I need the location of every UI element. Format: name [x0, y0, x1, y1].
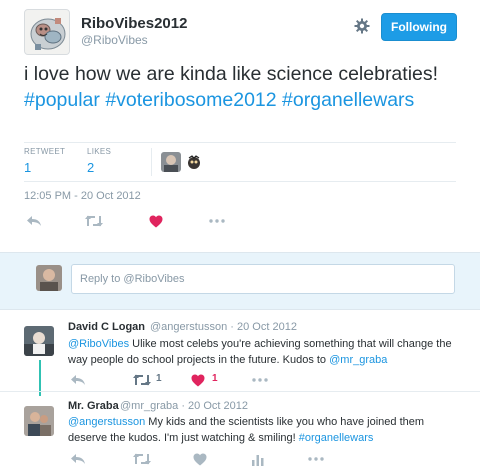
stats-divider-top [24, 142, 456, 143]
retweet-stat[interactable]: RETWEET 1 [24, 147, 65, 175]
reply-avatar[interactable] [24, 326, 54, 356]
reply-meta: @mr_graba · 20 Oct 2012 [120, 400, 248, 412]
hashtag-popular[interactable]: #popular [24, 89, 100, 111]
tweet-timestamp[interactable]: 12:05 PM - 20 Oct 2012 [24, 190, 141, 202]
tweet-text: i love how we are kinda like science cel… [24, 61, 464, 113]
likes-stat-label: LIKES [87, 147, 112, 156]
reply-author-name[interactable]: David C Logan [68, 321, 145, 333]
reply-author-handle[interactable]: @angerstusson [150, 321, 227, 333]
hashtag-organellewars[interactable]: #organellewars [299, 432, 374, 444]
reply-divider [0, 391, 480, 392]
reply-composer: Reply to @RiboVibes [0, 252, 480, 310]
reply-author-handle[interactable]: @mr_graba [120, 400, 178, 412]
following-button[interactable]: Following [381, 13, 457, 41]
reply-icon[interactable] [68, 372, 88, 388]
heart-icon[interactable] [146, 213, 166, 229]
hashtag-voteribosome2012[interactable]: #voteribosome2012 [105, 89, 276, 111]
stats-divider-bottom [24, 181, 456, 182]
like-count[interactable]: 1 [212, 373, 218, 384]
gear-icon[interactable] [353, 17, 371, 35]
tweet-main: RiboVibes2012 @RiboVibes Following i lov… [0, 0, 480, 252]
hashtag-organellewars[interactable]: #organellewars [282, 89, 414, 111]
liker-avatar[interactable] [184, 152, 204, 172]
retweet-count[interactable]: 1 [156, 373, 162, 384]
analytics-icon[interactable] [248, 451, 268, 467]
author-handle[interactable]: @RiboVibes [81, 33, 148, 47]
reply-date[interactable]: 20 Oct 2012 [237, 321, 297, 333]
mention-link[interactable]: @mr_graba [329, 354, 387, 366]
reply-meta: @angerstusson · 20 Oct 2012 [150, 321, 297, 333]
mention-link[interactable]: @RiboVibes [68, 338, 129, 350]
reply-input[interactable]: Reply to @RiboVibes [71, 264, 455, 294]
heart-icon[interactable] [190, 451, 210, 467]
author-name[interactable]: RiboVibes2012 [81, 15, 187, 32]
likes-stat[interactable]: LIKES 2 [87, 147, 111, 175]
reply-icon[interactable] [68, 451, 88, 467]
retweet-stat-label: RETWEET [24, 147, 66, 156]
current-user-avatar [36, 265, 62, 291]
retweet-icon[interactable] [132, 372, 152, 388]
retweet-stat-count[interactable]: 1 [24, 160, 65, 175]
reply-text: @angerstusson My kids and the scientists… [68, 414, 463, 446]
retweet-icon[interactable] [132, 451, 152, 467]
more-icon[interactable] [306, 451, 326, 467]
tweet-body: i love how we are kinda like science cel… [24, 63, 439, 85]
meta-separator: · [230, 321, 234, 333]
likes-stat-count[interactable]: 2 [87, 160, 111, 175]
reply-text: @RiboVibes Ulike most celebs you're achi… [68, 336, 463, 368]
retweet-icon[interactable] [84, 213, 104, 229]
more-icon[interactable] [207, 213, 227, 229]
author-avatar[interactable] [24, 9, 70, 55]
reply-icon[interactable] [24, 213, 44, 229]
more-icon[interactable] [250, 372, 270, 388]
mention-link[interactable]: @angerstusson [68, 416, 145, 428]
reply-date[interactable]: 20 Oct 2012 [188, 400, 248, 412]
stats-separator [151, 148, 152, 176]
reply-avatar[interactable] [24, 406, 54, 436]
liker-avatar[interactable] [161, 152, 181, 172]
heart-icon[interactable] [188, 372, 208, 388]
reply-author-name[interactable]: Mr. Graba [68, 400, 119, 412]
meta-separator: · [181, 400, 185, 412]
